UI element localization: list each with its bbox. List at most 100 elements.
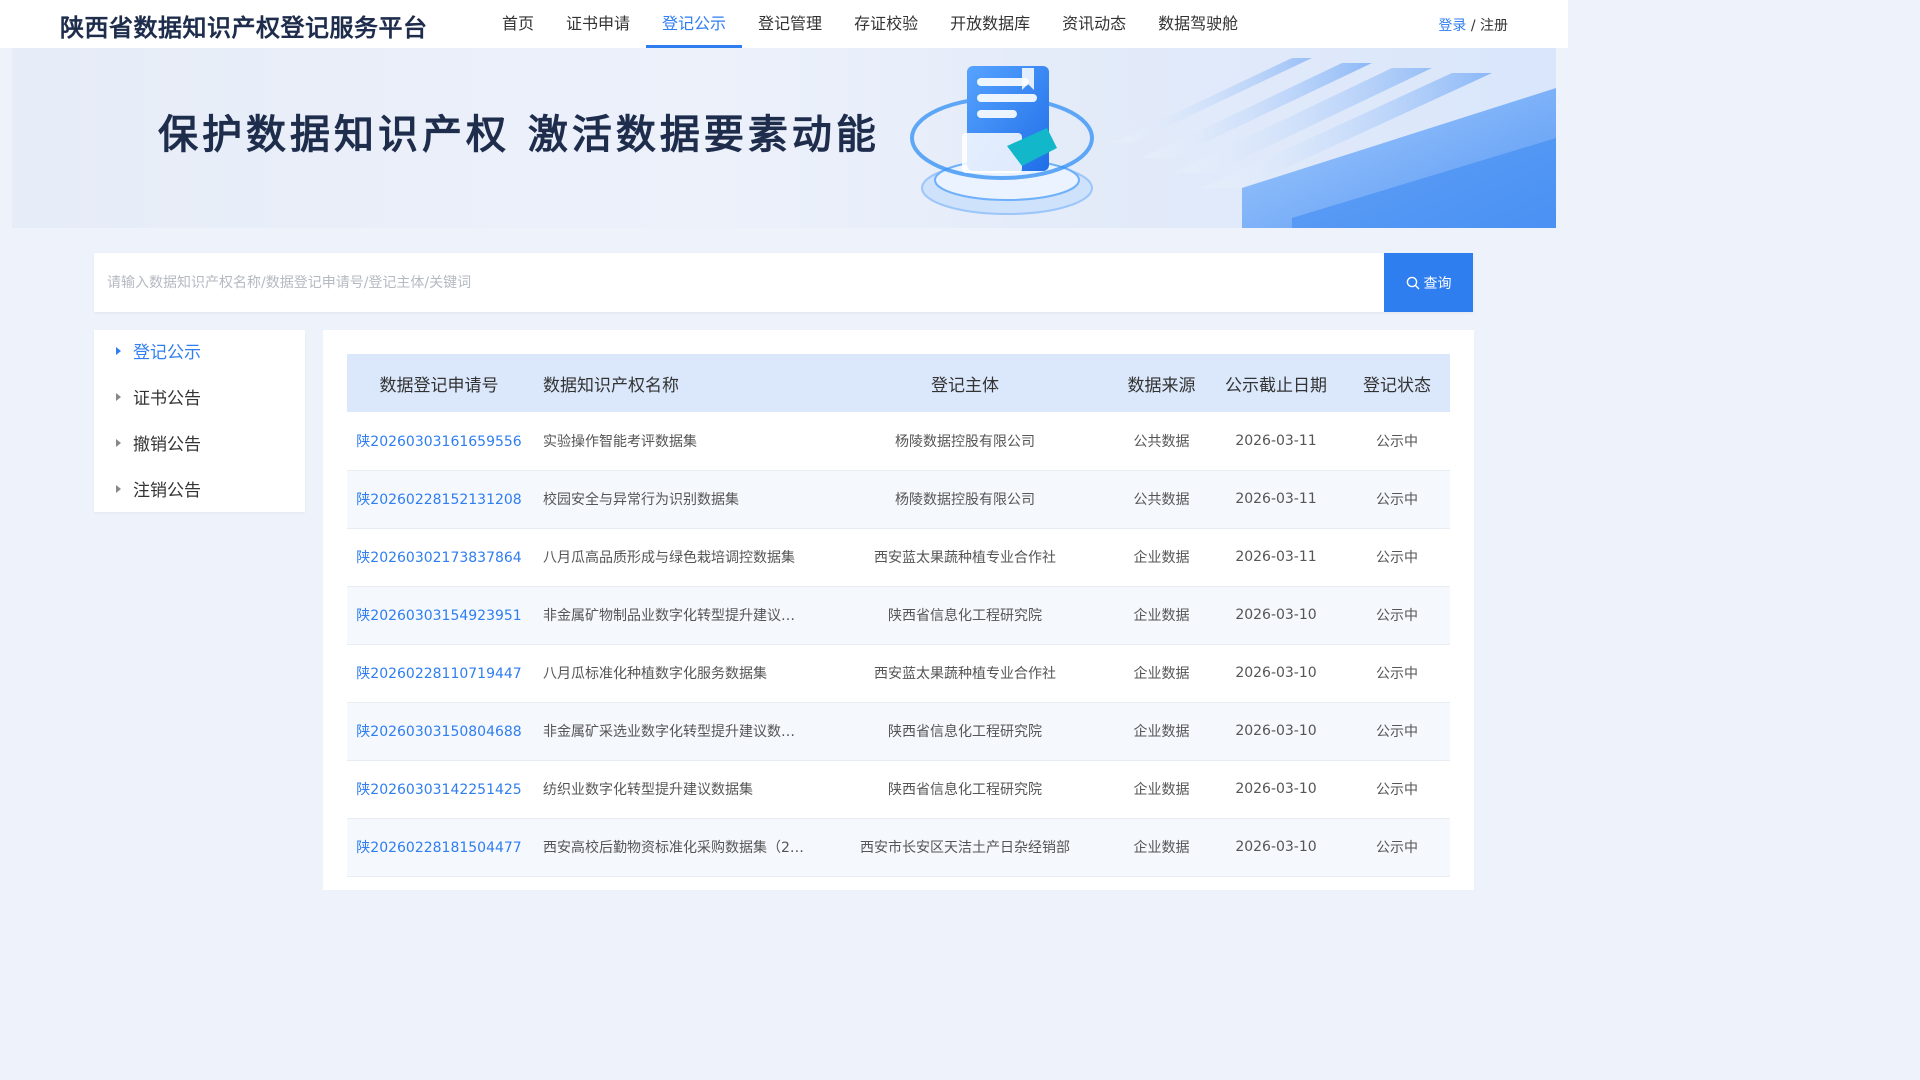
table-row[interactable]: 陕20260228181504477 西安高校后勤物资标准化采购数据集（2… 西…: [347, 818, 1450, 876]
nav-item-data-cockpit[interactable]: 数据驾驶舱: [1142, 0, 1254, 48]
hero-banner: 保护数据知识产权 激活数据要素动能: [12, 48, 1556, 228]
cell-registrant: 杨陵数据控股有限公司: [895, 433, 1035, 450]
search-button-label: 查询: [1423, 275, 1452, 292]
cell-status: 公示中: [1376, 782, 1418, 798]
table-row[interactable]: 陕20260228110719447 八月瓜标准化种植数字化服务数据集 西安蓝太…: [347, 644, 1450, 702]
search-input[interactable]: [94, 253, 1383, 312]
cell-application-number[interactable]: 陕20260228110719447: [347, 644, 531, 702]
cell-status: 公示中: [1376, 608, 1418, 624]
sidebar-item-label: 证书公告: [133, 389, 201, 409]
sidebar-item-revocation-announcement[interactable]: 撤销公告: [116, 430, 201, 460]
cell-data-source: 公共数据: [1133, 492, 1190, 508]
cell-application-number[interactable]: 陕20260303142251425: [347, 760, 531, 818]
cell-application-number[interactable]: 陕20260303154923951: [347, 586, 531, 644]
register-link[interactable]: 注册: [1480, 18, 1508, 34]
column-header-data-source: 数据来源: [1127, 375, 1196, 396]
cell-publicity-deadline: 2026-03-10: [1235, 781, 1317, 797]
cell-status: 公示中: [1376, 550, 1418, 566]
cell-data-source: 企业数据: [1133, 840, 1190, 856]
cell-ip-name[interactable]: 校园安全与异常行为识别数据集: [531, 470, 815, 528]
cell-application-number[interactable]: 陕20260302173837864: [347, 528, 531, 586]
cell-registrant: 西安蓝太果蔬种植专业合作社: [874, 550, 1056, 566]
cell-registrant: 陕西省信息化工程研究院: [888, 782, 1042, 798]
cell-ip-name[interactable]: 实验操作智能考评数据集: [531, 412, 815, 470]
table-row[interactable]: 陕20260303150804688 非金属矿采选业数字化转型提升建议数… 陕西…: [347, 702, 1450, 760]
sidebar-item-cancellation-announcement[interactable]: 注销公告: [116, 476, 201, 506]
cell-ip-name[interactable]: 八月瓜高品质形成与绿色栽培调控数据集: [531, 528, 815, 586]
column-header-ip-name: 数据知识产权名称: [543, 375, 679, 396]
sidebar-item-certificate-announcement[interactable]: 证书公告: [116, 384, 201, 414]
cell-publicity-deadline: 2026-03-11: [1235, 491, 1317, 507]
table-row[interactable]: 陕20260303142251425 纺织业数字化转型提升建议数据集 陕西省信息…: [347, 760, 1450, 818]
cell-publicity-deadline: 2026-03-10: [1235, 723, 1317, 739]
cell-status: 公示中: [1376, 724, 1418, 740]
sidebar-item-label: 登记公示: [133, 343, 201, 363]
banner-illustration: [910, 58, 1556, 228]
sidebar-item-label: 注销公告: [133, 481, 201, 501]
cell-publicity-deadline: 2026-03-10: [1235, 839, 1317, 855]
search-icon: [1406, 276, 1419, 289]
publicity-content-panel: 数据登记申请号 数据知识产权名称 登记主体 数据来源 公示截止日期 登记状态 陕…: [323, 330, 1474, 890]
top-navigation-bar: 陕西省数据知识产权登记服务平台 首页 证书申请 登记公示 登记管理 存证校验 开…: [0, 0, 1568, 48]
table-row[interactable]: 陕20260303154923951 非金属矿物制品业数字化转型提升建议… 陕西…: [347, 586, 1450, 644]
publicity-table: 数据登记申请号 数据知识产权名称 登记主体 数据来源 公示截止日期 登记状态 陕…: [347, 354, 1450, 877]
cell-ip-name[interactable]: 西安高校后勤物资标准化采购数据集（2…: [531, 818, 815, 876]
site-title[interactable]: 陕西省数据知识产权登记服务平台: [60, 8, 428, 43]
sidebar-item-registration-publicity[interactable]: 登记公示: [116, 338, 201, 368]
search-bar: 查询: [94, 253, 1473, 312]
cell-publicity-deadline: 2026-03-10: [1235, 607, 1317, 623]
table-row[interactable]: 陕20260302173837864 八月瓜高品质形成与绿色栽培调控数据集 西安…: [347, 528, 1450, 586]
table-header-row: 数据登记申请号 数据知识产权名称 登记主体 数据来源 公示截止日期 登记状态: [347, 354, 1450, 412]
cell-ip-name[interactable]: 非金属矿采选业数字化转型提升建议数…: [531, 702, 815, 760]
cell-data-source: 企业数据: [1133, 666, 1190, 682]
search-button[interactable]: 查询: [1384, 253, 1473, 312]
column-header-status: 登记状态: [1363, 375, 1431, 396]
login-link[interactable]: 登录: [1438, 18, 1466, 34]
caret-right-icon: [116, 347, 121, 355]
nav-item-open-database[interactable]: 开放数据库: [934, 0, 1046, 48]
cell-registrant: 西安蓝太果蔬种植专业合作社: [874, 666, 1056, 682]
caret-right-icon: [116, 485, 121, 493]
caret-right-icon: [116, 439, 121, 447]
table-row[interactable]: 陕20260228152131208 校园安全与异常行为识别数据集 杨陵数据控股…: [347, 470, 1450, 528]
cell-ip-name[interactable]: 纺织业数字化转型提升建议数据集: [531, 760, 815, 818]
cell-registrant: 西安市长安区天洁土产日杂经销部: [860, 840, 1070, 856]
nav-item-evidence-verification[interactable]: 存证校验: [838, 0, 934, 48]
column-header-registrant: 登记主体: [931, 375, 999, 396]
cell-ip-name[interactable]: 八月瓜标准化种植数字化服务数据集: [531, 644, 815, 702]
cell-ip-name[interactable]: 非金属矿物制品业数字化转型提升建议…: [531, 586, 815, 644]
cell-publicity-deadline: 2026-03-11: [1235, 432, 1317, 449]
cell-application-number[interactable]: 陕20260228181504477: [347, 818, 531, 876]
cell-application-number[interactable]: 陕20260303161659556: [347, 412, 531, 470]
cell-publicity-deadline: 2026-03-10: [1235, 665, 1317, 681]
column-header-publicity-deadline: 公示截止日期: [1225, 375, 1327, 396]
cell-registrant: 陕西省信息化工程研究院: [888, 608, 1042, 624]
cell-status: 公示中: [1376, 666, 1418, 682]
cell-status: 公示中: [1376, 492, 1418, 508]
auth-separator: /: [1470, 18, 1476, 34]
banner-slogan: 保护数据知识产权 激活数据要素动能: [158, 112, 880, 158]
caret-right-icon: [116, 393, 121, 401]
nav-item-certificate-application[interactable]: 证书申请: [550, 0, 646, 48]
sidebar-menu: 登记公示 证书公告 撤销公告 注销公告: [94, 330, 305, 512]
nav-item-home[interactable]: 首页: [486, 0, 550, 48]
cell-publicity-deadline: 2026-03-11: [1235, 549, 1317, 565]
cell-data-source: 企业数据: [1133, 608, 1190, 624]
cell-data-source: 企业数据: [1133, 782, 1190, 798]
nav-item-registration-management[interactable]: 登记管理: [742, 0, 838, 48]
sidebar-item-label: 撤销公告: [133, 435, 201, 455]
cell-data-source: 企业数据: [1133, 550, 1190, 566]
nav-item-registration-publicity[interactable]: 登记公示: [646, 0, 743, 48]
cell-registrant: 陕西省信息化工程研究院: [888, 724, 1042, 740]
cell-status: 公示中: [1376, 433, 1418, 450]
table-row[interactable]: 陕20260303161659556 实验操作智能考评数据集 杨陵数据控股有限公…: [347, 412, 1450, 470]
cell-registrant: 杨陵数据控股有限公司: [895, 492, 1035, 508]
cell-application-number[interactable]: 陕20260303150804688: [347, 702, 531, 760]
cell-status: 公示中: [1376, 840, 1418, 856]
cell-data-source: 公共数据: [1133, 433, 1190, 450]
cell-application-number[interactable]: 陕20260228152131208: [347, 470, 531, 528]
column-header-application-number: 数据登记申请号: [379, 375, 499, 396]
nav-item-news[interactable]: 资讯动态: [1046, 0, 1142, 48]
main-nav: 首页 证书申请 登记公示 登记管理 存证校验 开放数据库 资讯动态 数据驾驶舱: [486, 0, 1254, 48]
cell-data-source: 企业数据: [1133, 724, 1190, 740]
